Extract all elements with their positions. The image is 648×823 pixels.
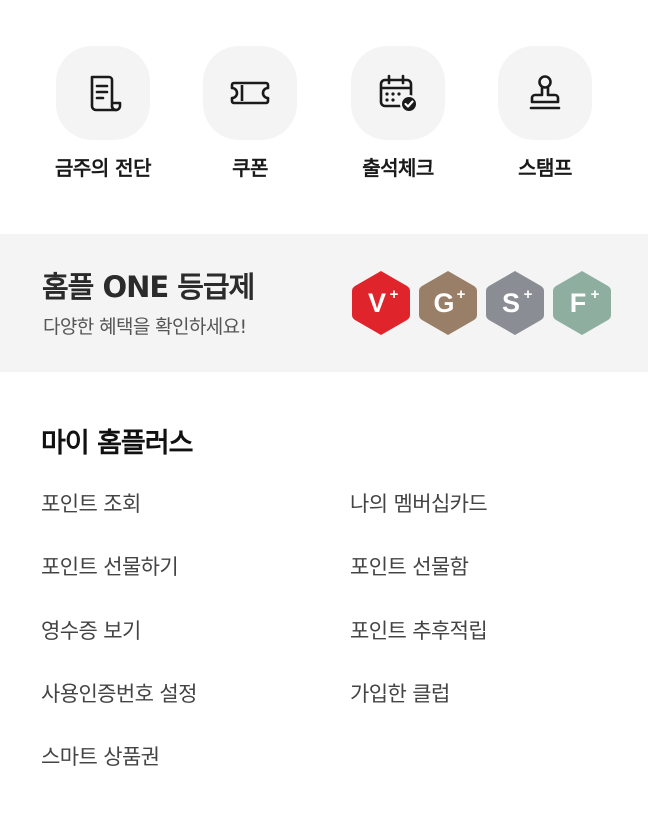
badge-letter: S xyxy=(502,288,520,318)
page: 금주의 전단 쿠폰 출석체크 스탬프 홈플 ONE 등급제 다양한 혜택을 확인… xyxy=(0,0,648,823)
flyer-icon xyxy=(90,75,122,112)
grade-banner[interactable]: 홈플 ONE 등급제 다양한 혜택을 확인하세요! V + G + S + F … xyxy=(0,234,648,372)
badge-letter: V xyxy=(368,288,386,318)
grade-badge-g: G + xyxy=(417,269,479,337)
badge-plus: + xyxy=(591,286,600,303)
grade-badge-v: V + xyxy=(350,269,412,337)
coupon-tile xyxy=(203,46,297,140)
grade-subtitle: 다양한 혜택을 확인하세요! xyxy=(43,316,247,338)
menu-auth-code-setting[interactable]: 사용인증번호 설정 xyxy=(41,677,197,711)
badge-plus: + xyxy=(524,286,533,303)
quick-menu-attendance[interactable]: 출석체크 xyxy=(343,46,453,181)
menu-receipt-view[interactable]: 영수증 보기 xyxy=(41,614,141,648)
quick-menu-stamp[interactable]: 스탬프 xyxy=(490,46,600,181)
grade-badge-s: S + xyxy=(484,269,546,337)
flyer-tile xyxy=(56,46,150,140)
quick-menu-label: 쿠폰 xyxy=(232,156,268,180)
badge-plus: + xyxy=(390,286,399,303)
quick-menu-label: 금주의 전단 xyxy=(55,156,151,180)
menu-point-later-earn[interactable]: 포인트 추후적립 xyxy=(350,614,488,648)
menu-point-gift[interactable]: 포인트 선물하기 xyxy=(41,550,179,584)
menu-point-gift-box[interactable]: 포인트 선물함 xyxy=(350,550,469,584)
quick-menu-coupon[interactable]: 쿠폰 xyxy=(195,46,305,181)
attendance-tile xyxy=(351,46,445,140)
grade-badge-f: F + xyxy=(551,269,613,337)
stamp-tile xyxy=(498,46,592,140)
quick-menu: 금주의 전단 쿠폰 출석체크 스탬프 xyxy=(0,46,648,186)
grade-title: 홈플 ONE 등급제 xyxy=(42,270,255,304)
badge-letter: G xyxy=(433,288,454,318)
badge-plus: + xyxy=(457,286,466,303)
quick-menu-label: 출석체크 xyxy=(362,156,434,180)
calendar-check-icon xyxy=(379,74,418,113)
menu-membership-card[interactable]: 나의 멤버십카드 xyxy=(350,487,488,521)
menu-smart-gift-card[interactable]: 스마트 상품권 xyxy=(41,740,160,774)
menu-joined-club[interactable]: 가입한 클럽 xyxy=(350,677,450,711)
badge-letter: F xyxy=(570,288,587,318)
stamp-icon xyxy=(529,75,561,110)
coupon-icon xyxy=(230,81,270,105)
quick-menu-flyer[interactable]: 금주의 전단 xyxy=(48,46,158,181)
quick-menu-label: 스탬프 xyxy=(518,156,572,180)
section-title-my-homeplus: 마이 홈플러스 xyxy=(41,428,193,459)
menu-point-inquiry[interactable]: 포인트 조회 xyxy=(41,487,141,521)
grade-badges: V + G + S + F + xyxy=(350,269,614,339)
